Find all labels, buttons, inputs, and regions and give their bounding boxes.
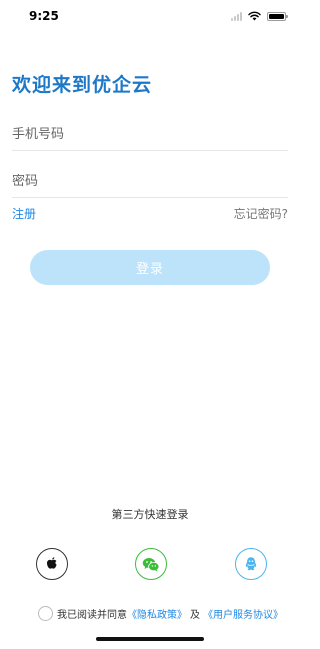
apple-icon — [47, 557, 57, 569]
agreement-prefix: 我已阅读并同意 — [57, 610, 127, 621]
login-button[interactable]: 登录 — [30, 250, 270, 285]
status-icons — [231, 11, 288, 21]
qq-icon — [245, 557, 257, 571]
status-time: 9:25 — [29, 9, 59, 23]
status-bar: 9:25 — [0, 0, 300, 34]
wifi-icon — [248, 11, 261, 21]
battery-icon — [267, 11, 288, 21]
agreement-checkbox[interactable] — [38, 606, 53, 621]
page-title: 欢迎来到优企云 — [12, 74, 153, 96]
wechat-icon — [142, 557, 160, 572]
password-input[interactable] — [12, 174, 288, 189]
third-party-login-title: 第三方快速登录 — [111, 508, 189, 521]
password-field — [12, 161, 288, 198]
agreement-connector: 及 — [190, 610, 200, 621]
agreement-row: 我已阅读并同意 《隐私政策》 及 《用户服务协议》 — [38, 606, 283, 621]
wechat-login-button[interactable] — [135, 548, 167, 580]
user-service-agreement-link[interactable]: 《用户服务协议》 — [203, 606, 283, 621]
qq-login-button[interactable] — [235, 548, 267, 580]
register-link[interactable]: 注册 — [12, 205, 36, 222]
phone-field — [12, 114, 288, 151]
apple-login-button[interactable] — [36, 548, 68, 580]
phone-input[interactable] — [12, 127, 288, 142]
forgot-password-link[interactable]: 忘记密码? — [234, 205, 288, 222]
cellular-signal-icon — [231, 11, 242, 21]
privacy-policy-link[interactable]: 《隐私政策》 — [127, 606, 187, 621]
home-indicator — [96, 637, 204, 641]
